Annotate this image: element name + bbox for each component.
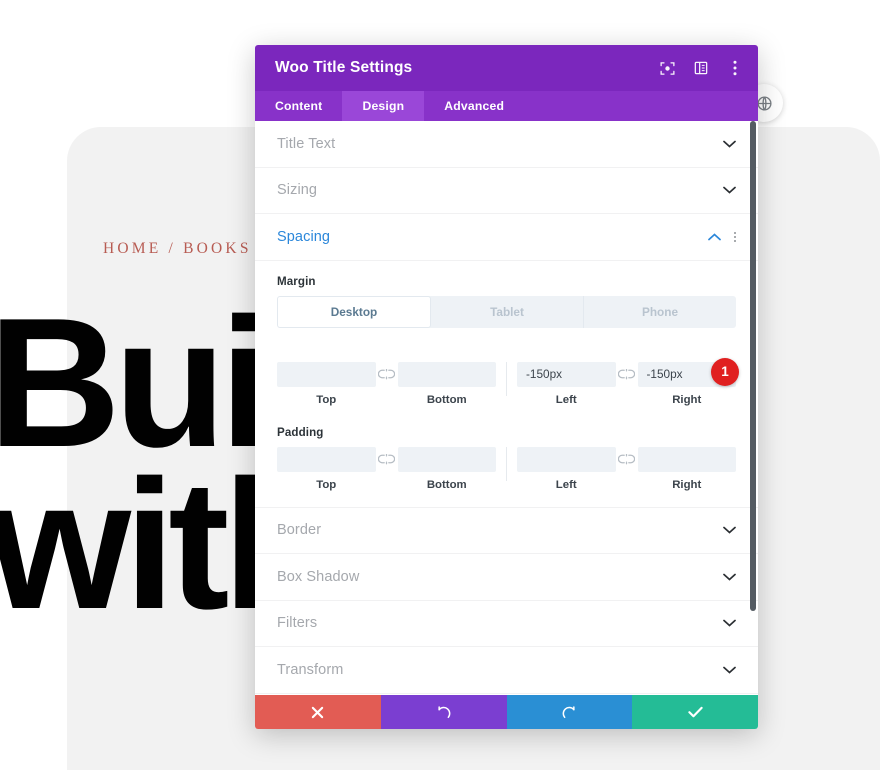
margin-horizontal-group: Left Right <box>517 361 736 406</box>
tab-design[interactable]: Design <box>342 91 425 121</box>
broken-link-icon[interactable] <box>616 447 638 472</box>
redo-icon <box>562 705 577 720</box>
section-label: Filters <box>277 615 318 632</box>
chevron-down-icon[interactable] <box>723 140 736 148</box>
padding-block: Padding Top Bottom Left Right <box>277 426 736 491</box>
margin-title: Margin <box>277 274 316 288</box>
margin-vertical-group: Top Bottom <box>277 361 496 406</box>
padding-bottom-label: Bottom <box>426 478 467 491</box>
padding-top-label: Top <box>316 478 337 491</box>
padding-left-field: Left <box>517 446 616 491</box>
padding-bottom-field: Bottom <box>397 446 496 491</box>
spacing-panel: Margin Desktop Tablet Phone Top Bottom -… <box>255 261 758 508</box>
device-tablet[interactable]: Tablet <box>431 295 584 328</box>
tab-advanced[interactable]: Advanced <box>424 91 524 121</box>
device-toggle: Desktop Tablet Phone <box>277 295 736 328</box>
x-icon <box>311 706 324 719</box>
broken-link-icon[interactable] <box>376 447 398 472</box>
woo-title-settings-modal: Woo Title Settings Content Design Advanc… <box>255 45 758 729</box>
section-label: Sizing <box>277 182 318 199</box>
margin-bottom-label: Bottom <box>426 393 467 406</box>
broken-link-icon[interactable] <box>616 362 638 387</box>
undo-icon <box>436 705 451 720</box>
margin-left-label: Left <box>555 393 577 406</box>
broken-link-icon[interactable] <box>376 362 398 387</box>
section-sizing[interactable]: Sizing <box>255 168 758 214</box>
margin-top-input[interactable] <box>277 361 376 387</box>
close-button[interactable] <box>255 695 381 729</box>
padding-fields: Top Bottom Left Right <box>277 446 736 491</box>
divider <box>506 446 507 481</box>
section-box-shadow[interactable]: Box Shadow <box>255 554 758 601</box>
modal-scrollbar[interactable] <box>750 121 756 611</box>
section-options-icon[interactable] <box>734 231 736 242</box>
padding-left-input[interactable] <box>517 446 616 472</box>
padding-bottom-input[interactable] <box>397 446 496 472</box>
section-border[interactable]: Border <box>255 508 758 554</box>
undo-button[interactable] <box>380 695 507 729</box>
modal-tabs: Content Design Advanced <box>255 91 758 121</box>
padding-right-label: Right <box>672 478 702 491</box>
section-spacing[interactable]: Spacing <box>255 214 758 261</box>
padding-top-field: Top <box>277 446 376 491</box>
section-label: Transform <box>277 661 344 678</box>
section-title-text[interactable]: Title Text <box>255 121 758 168</box>
modal-footer <box>255 695 758 729</box>
padding-top-input[interactable] <box>277 446 376 472</box>
padding-right-field: Right <box>637 446 736 491</box>
padding-right-input[interactable] <box>637 446 736 472</box>
margin-bottom-field: Bottom <box>397 361 496 406</box>
margin-top-label: Top <box>316 393 337 406</box>
modal-title: Woo Title Settings <box>275 59 413 76</box>
modal-header: Woo Title Settings <box>255 45 758 91</box>
section-label: Box Shadow <box>277 568 360 585</box>
device-desktop[interactable]: Desktop <box>277 295 431 328</box>
modal-body: Title Text Sizing Spacing Margin Desktop… <box>255 121 758 695</box>
divider <box>506 361 507 396</box>
focus-target-icon[interactable] <box>658 59 676 77</box>
check-icon <box>687 706 703 718</box>
redo-button[interactable] <box>506 695 633 729</box>
chevron-down-icon[interactable] <box>723 186 736 194</box>
breadcrumb: HOME / BOOKS / <box>103 240 267 257</box>
layout-panel-icon[interactable] <box>692 59 710 77</box>
padding-vertical-group: Top Bottom <box>277 446 496 491</box>
padding-left-label: Left <box>555 478 577 491</box>
margin-bottom-input[interactable] <box>397 361 496 387</box>
chevron-down-icon[interactable] <box>723 573 736 581</box>
margin-fields: Top Bottom -150px Left -150px Right 1 <box>277 357 739 406</box>
device-phone[interactable]: Phone <box>584 296 736 328</box>
chevron-down-icon[interactable] <box>723 666 736 674</box>
screen: HOME / BOOKS / Building. with vi Woo Tit… <box>0 0 880 770</box>
more-vertical-icon[interactable] <box>726 59 744 77</box>
section-transform[interactable]: Transform <box>255 647 758 694</box>
margin-right-label: Right <box>672 393 702 406</box>
padding-horizontal-group: Left Right <box>517 446 736 491</box>
status-badge: 1 <box>711 357 739 386</box>
margin-left-input[interactable] <box>517 361 616 387</box>
section-label: Border <box>277 522 322 539</box>
section-label: Title Text <box>277 135 336 152</box>
chevron-down-icon[interactable] <box>723 619 736 627</box>
tab-content[interactable]: Content <box>255 91 342 121</box>
section-label: Spacing <box>277 228 331 245</box>
modal-header-icons <box>658 59 744 77</box>
section-filters[interactable]: Filters <box>255 601 758 647</box>
margin-top-field: Top <box>277 361 376 406</box>
margin-left-field: Left <box>517 361 616 406</box>
padding-title: Padding <box>277 425 324 439</box>
save-button[interactable] <box>632 695 758 729</box>
chevron-down-icon[interactable] <box>723 526 736 534</box>
chevron-up-icon[interactable] <box>708 233 721 241</box>
